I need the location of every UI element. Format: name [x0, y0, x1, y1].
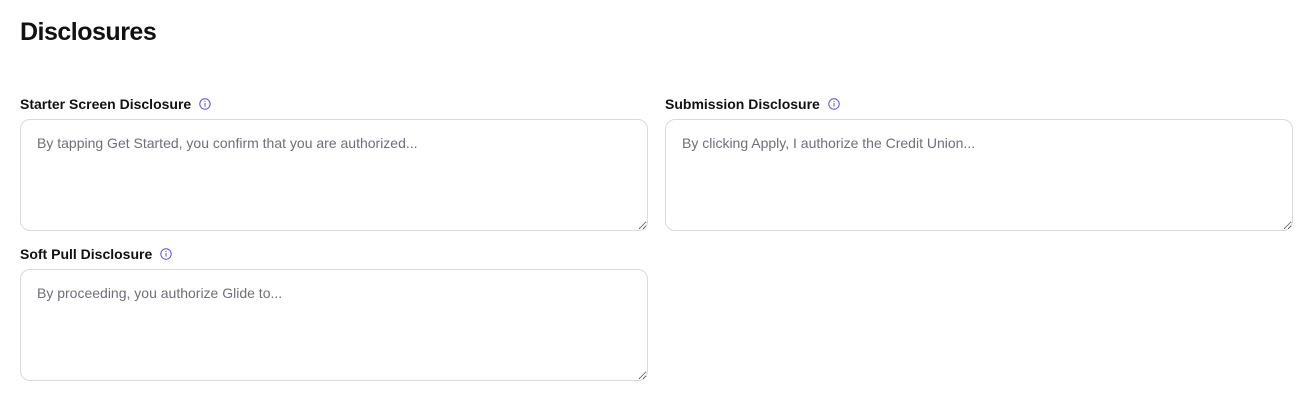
submission-disclosure-label-row: Submission Disclosure: [665, 95, 1293, 113]
soft-pull-disclosure-field: Soft Pull Disclosure: [20, 245, 648, 381]
info-icon[interactable]: [199, 98, 211, 110]
starter-screen-disclosure-label-row: Starter Screen Disclosure: [20, 95, 648, 113]
page-title: Disclosures: [20, 18, 157, 46]
starter-screen-disclosure-field: Starter Screen Disclosure: [20, 95, 648, 231]
submission-disclosure-label: Submission Disclosure: [665, 96, 820, 112]
submission-disclosure-input[interactable]: [665, 119, 1293, 231]
soft-pull-disclosure-label: Soft Pull Disclosure: [20, 246, 153, 262]
info-icon[interactable]: [160, 248, 172, 260]
starter-screen-disclosure-label: Starter Screen Disclosure: [20, 96, 192, 112]
starter-screen-disclosure-input[interactable]: [20, 119, 648, 231]
submission-disclosure-field: Submission Disclosure: [665, 95, 1293, 231]
soft-pull-disclosure-label-row: Soft Pull Disclosure: [20, 245, 648, 263]
info-icon[interactable]: [828, 98, 840, 110]
soft-pull-disclosure-input[interactable]: [20, 269, 648, 381]
